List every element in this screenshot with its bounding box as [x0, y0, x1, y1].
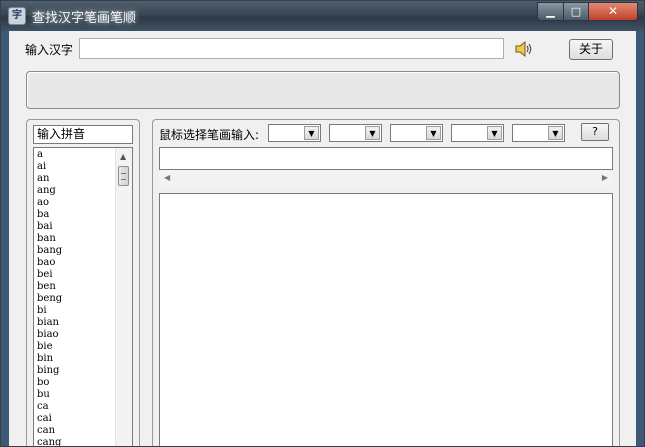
pinyin-list-items: a ai an ang ao ba bai ban bang bao bei ben beng bi bia… [37, 149, 113, 446]
candidate-area[interactable] [159, 193, 613, 446]
pinyin-list-item[interactable]: bai [37, 221, 113, 233]
pinyin-list-item[interactable]: bie [37, 341, 113, 353]
pinyin-list-item[interactable]: bian [37, 317, 113, 329]
stroke-combo-5[interactable]: ▼ [512, 124, 565, 142]
chevron-down-icon[interactable]: ▼ [365, 126, 380, 140]
pinyin-input[interactable]: 输入拼音 [33, 125, 133, 144]
scroll-right-icon[interactable]: ▶ [602, 173, 608, 182]
stroke-combo-4[interactable]: ▼ [451, 124, 504, 142]
stroke-combo-1[interactable]: ▼ [268, 124, 321, 142]
pinyin-list-item[interactable]: bo [37, 377, 113, 389]
main-window: 字 查找汉字笔画笔顺 ▁ □ ✕ 输入汉字 关于 输入拼音 a ai an ang ao… [0, 0, 645, 447]
scroll-left-icon[interactable]: ◀ [164, 173, 170, 182]
pinyin-list-item[interactable]: cai [37, 413, 113, 425]
client-area: 输入汉字 关于 输入拼音 a ai an ang ao ba bai ban bang bao be… [9, 31, 636, 446]
pinyin-list-item[interactable]: can [37, 425, 113, 437]
hanzi-input[interactable] [79, 38, 504, 59]
pinyin-list-item[interactable]: bu [37, 389, 113, 401]
chevron-down-icon[interactable]: ▼ [487, 126, 502, 140]
speaker-icon[interactable] [514, 40, 534, 58]
title-bar[interactable]: 字 查找汉字笔画笔顺 ▁ □ ✕ [1, 1, 644, 31]
stroke-sequence-box[interactable] [159, 147, 613, 170]
pinyin-list-item[interactable]: bang [37, 245, 113, 257]
help-button[interactable]: ? [581, 123, 609, 141]
stroke-combo-2[interactable]: ▼ [329, 124, 382, 142]
minimize-button[interactable]: ▁ [537, 2, 564, 21]
pinyin-list-item[interactable]: ben [37, 281, 113, 293]
pinyin-list-item[interactable]: bin [37, 353, 113, 365]
app-icon: 字 [8, 7, 26, 25]
scroll-thumb[interactable] [118, 166, 129, 186]
pinyin-list-item[interactable]: cang [37, 437, 113, 446]
mouse-stroke-label: 鼠标选择笔画输入: [159, 128, 260, 142]
scroll-up-icon[interactable]: ▲ [120, 152, 126, 161]
pinyin-list-item[interactable]: ao [37, 197, 113, 209]
close-button[interactable]: ✕ [588, 2, 638, 21]
pinyin-list-item[interactable]: bi [37, 305, 113, 317]
stroke-combo-3[interactable]: ▼ [390, 124, 443, 142]
pinyin-list-item[interactable]: ca [37, 401, 113, 413]
pinyin-list-item[interactable]: bao [37, 257, 113, 269]
pinyin-list-item[interactable]: an [37, 173, 113, 185]
maximize-button[interactable]: □ [563, 2, 589, 21]
pinyin-list-scrollbar[interactable]: ▲ [115, 148, 132, 446]
stroke-horizontal-scrollbar[interactable]: ◀ ▶ [159, 170, 613, 186]
chevron-down-icon[interactable]: ▼ [304, 126, 319, 140]
about-button[interactable]: 关于 [569, 39, 613, 60]
window-title: 查找汉字笔画笔顺 [32, 11, 137, 26]
pinyin-list-item[interactable]: bing [37, 365, 113, 377]
pinyin-list-item[interactable]: bei [37, 269, 113, 281]
pinyin-list-item[interactable]: beng [37, 293, 113, 305]
pinyin-list-item[interactable]: ang [37, 185, 113, 197]
pinyin-list[interactable]: a ai an ang ao ba bai ban bang bao bei ben beng bi bia… [33, 147, 133, 446]
pinyin-list-item[interactable]: biao [37, 329, 113, 341]
pinyin-list-item[interactable]: ban [37, 233, 113, 245]
hanzi-label: 输入汉字 [25, 43, 74, 57]
result-display [26, 71, 620, 109]
pinyin-list-item[interactable]: ba [37, 209, 113, 221]
pinyin-list-item[interactable]: a [37, 149, 113, 161]
pinyin-list-item[interactable]: ai [37, 161, 113, 173]
chevron-down-icon[interactable]: ▼ [548, 126, 563, 140]
chevron-down-icon[interactable]: ▼ [426, 126, 441, 140]
